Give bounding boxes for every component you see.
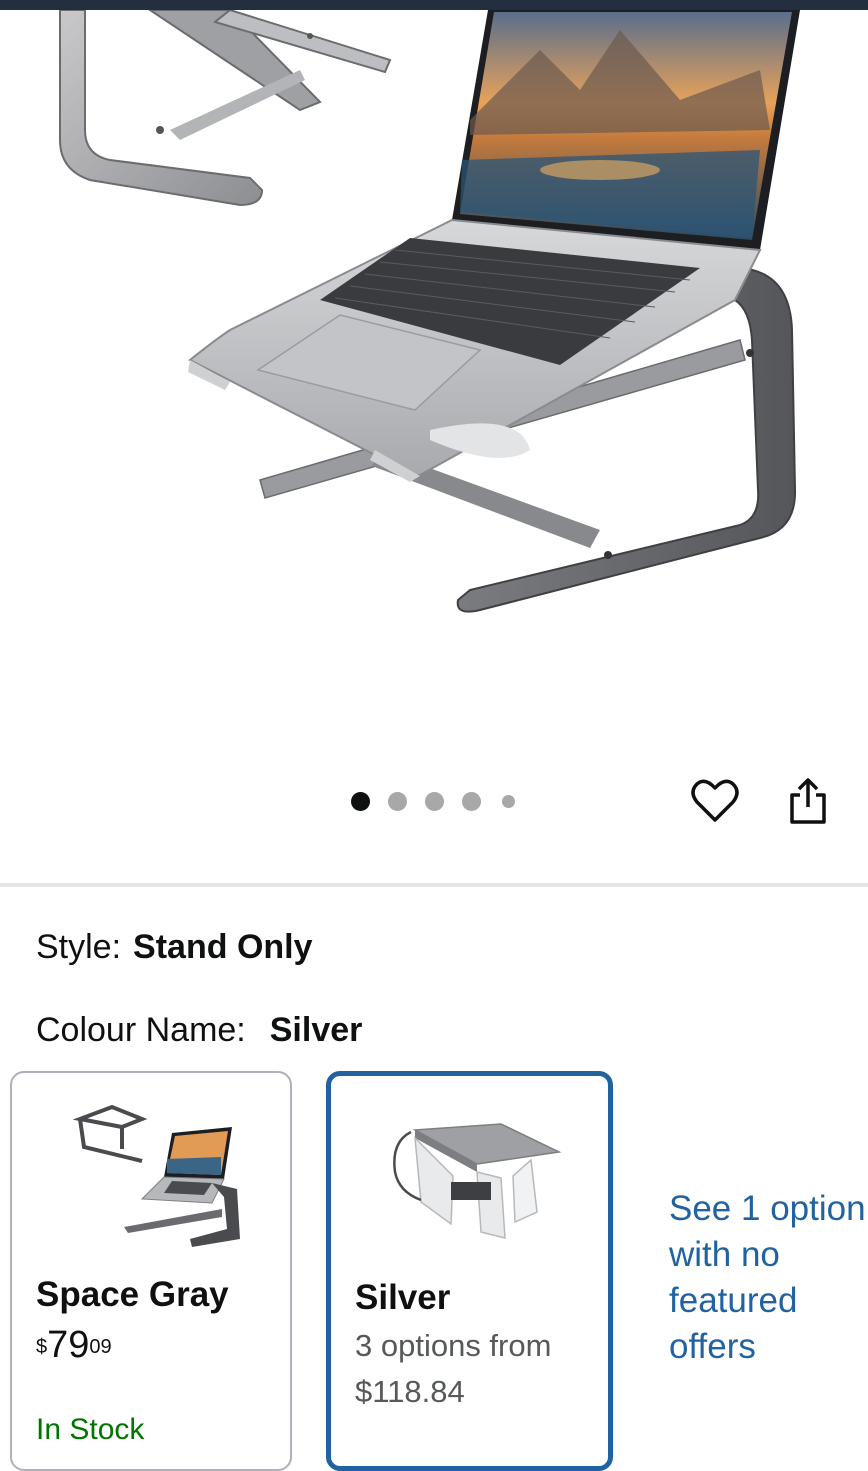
swatch-name: Space Gray — [36, 1275, 229, 1314]
carousel-dot-3[interactable] — [425, 792, 444, 811]
product-image[interactable] — [0, 10, 868, 770]
wishlist-button[interactable] — [687, 773, 743, 829]
swatch-space-gray[interactable]: Space Gray $7909 In Stock — [10, 1071, 292, 1471]
style-selection: Style: Stand Only — [36, 927, 313, 967]
price-fraction: 09 — [89, 1336, 112, 1358]
availability-text: In Stock — [36, 1413, 145, 1446]
heart-icon — [691, 779, 739, 822]
price-symbol: $ — [36, 1336, 48, 1358]
section-divider — [0, 883, 868, 887]
share-icon — [790, 778, 826, 824]
carousel-dot-2[interactable] — [388, 792, 407, 811]
options-line: 3 options from — [355, 1328, 552, 1363]
options-price: $118.84 — [355, 1374, 465, 1409]
swatch-silver[interactable]: Silver 3 options from $118.84 — [326, 1071, 613, 1471]
inset-stand-graphic — [59, 10, 392, 207]
swatch-name: Silver — [355, 1278, 451, 1317]
swatch-silver-image — [393, 1123, 562, 1239]
see-more-options-link[interactable]: See 1 option with no featured offers — [669, 1186, 868, 1370]
status-bar — [0, 0, 868, 10]
swatch-price: $7909 — [36, 1323, 112, 1367]
style-label: Style: — [36, 928, 122, 966]
carousel-dot-1[interactable] — [351, 792, 370, 811]
style-value: Stand Only — [133, 928, 313, 966]
colour-label: Colour Name: — [36, 1011, 246, 1049]
swatch-space-gray-image — [72, 1104, 240, 1247]
carousel-dot-4[interactable] — [462, 792, 481, 811]
colour-value: Silver — [269, 1011, 363, 1049]
colour-selection: Colour Name: Silver — [36, 1010, 362, 1050]
price-whole: 79 — [47, 1324, 90, 1366]
carousel-dot-5[interactable] — [502, 795, 515, 808]
share-button[interactable] — [780, 773, 836, 829]
